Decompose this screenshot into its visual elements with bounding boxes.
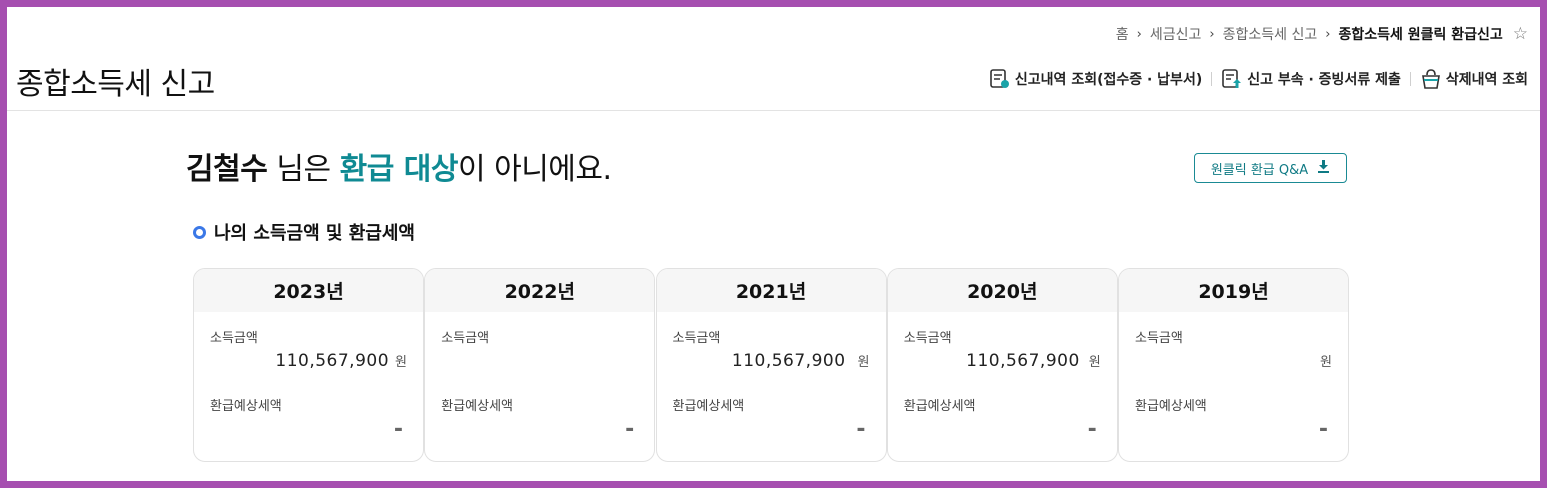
section-title: 나의 소득금액 및 환급세액 xyxy=(193,219,415,245)
income-label: 소득금액 xyxy=(672,331,721,346)
currency-unit: 원 xyxy=(1320,355,1332,370)
year-card-title: 2022년 xyxy=(425,269,655,312)
year-cards: 2023년 소득금액 110,567,900 원 환급예상세액 - 2022년 … xyxy=(193,268,1349,462)
currency-unit: 원 xyxy=(857,355,870,370)
document-upload-icon xyxy=(1221,68,1243,90)
action-divider xyxy=(1211,72,1213,86)
income-amount-row: 110,567,900 원 xyxy=(966,351,1101,371)
submit-documents-link[interactable]: 신고 부속 · 증빙서류 제출 xyxy=(1221,68,1401,90)
section-title-text: 나의 소득금액 및 환급세액 xyxy=(214,223,415,244)
year-card-title: 2021년 xyxy=(656,269,886,312)
refund-status-headline: 김철수 님은 환급 대상이 아니에요. xyxy=(186,144,612,188)
currency-unit: 원 xyxy=(1088,355,1101,370)
income-amount-row: 110,567,900 원 xyxy=(275,351,407,371)
deleted-history-label: 삭제내역 조회 xyxy=(1445,72,1528,88)
submit-documents-label: 신고 부속 · 증빙서류 제출 xyxy=(1247,72,1401,88)
headline-text-2: 이 아니에요. xyxy=(457,152,612,187)
year-card-title: 2020년 xyxy=(887,269,1117,312)
headline-text-1: 님은 xyxy=(267,152,340,187)
filing-history-link[interactable]: 신고내역 조회(접수증 · 납부서) xyxy=(989,68,1202,90)
income-amount: 110,567,900 xyxy=(731,351,846,371)
page-title: 종합소득세 신고 xyxy=(16,67,215,102)
page-frame: 홈 › 세금신고 › 종합소득세 신고 › 종합소득세 원클릭 환급신고 ☆ 종… xyxy=(7,7,1540,481)
headline-highlight: 환급 대상 xyxy=(339,152,459,187)
refund-label: 환급예상세액 xyxy=(441,399,514,414)
refund-amount: - xyxy=(856,417,866,442)
chevron-right-icon: › xyxy=(1136,26,1142,42)
year-card-2023: 2023년 소득금액 110,567,900 원 환급예상세액 - xyxy=(193,268,424,462)
filing-history-label: 신고내역 조회(접수증 · 납부서) xyxy=(1014,72,1203,88)
year-card-2020: 2020년 소득금액 110,567,900 원 환급예상세액 - xyxy=(886,268,1118,462)
income-amount: 110,567,900 xyxy=(966,351,1080,371)
income-label: 소득금액 xyxy=(903,331,952,346)
year-card-2022: 2022년 소득금액 환급예상세액 - xyxy=(424,268,656,462)
deleted-history-link[interactable]: 삭제내역 조회 xyxy=(1420,68,1528,90)
income-amount-row: 110,567,900 원 xyxy=(732,351,870,371)
refund-amount: - xyxy=(393,417,403,442)
income-label: 소득금액 xyxy=(210,331,258,346)
refund-label: 환급예상세액 xyxy=(903,399,976,414)
breadcrumb: 홈 › 세금신고 › 종합소득세 신고 › 종합소득세 원클릭 환급신고 ☆ xyxy=(1116,24,1528,44)
header-actions: 신고내역 조회(접수증 · 납부서) 신고 부속 · 증빙서류 제출 삭제내역 … xyxy=(989,68,1528,90)
refund-qa-label: 원클릭 환급 Q&A xyxy=(1210,162,1309,178)
income-label: 소득금액 xyxy=(441,331,490,346)
user-name: 김철수 xyxy=(186,152,268,187)
refund-label: 환급예상세액 xyxy=(672,399,745,414)
refund-amount: - xyxy=(1318,417,1328,442)
refund-qa-button[interactable]: 원클릭 환급 Q&A xyxy=(1194,153,1347,183)
year-card-title: 2023년 xyxy=(194,269,423,312)
breadcrumb-income-tax[interactable]: 종합소득세 신고 xyxy=(1223,24,1318,44)
action-divider xyxy=(1409,72,1411,86)
year-card-2021: 2021년 소득금액 110,567,900 원 환급예상세액 - xyxy=(655,268,887,462)
chevron-right-icon: › xyxy=(1209,26,1215,42)
refund-amount: - xyxy=(1087,417,1097,442)
header-divider xyxy=(7,110,1540,111)
breadcrumb-home[interactable]: 홈 xyxy=(1116,24,1129,44)
favorite-star-icon[interactable]: ☆ xyxy=(1513,24,1528,44)
income-amount-row: 원 xyxy=(1320,351,1332,370)
income-label: 소득금액 xyxy=(1135,331,1183,346)
chevron-right-icon: › xyxy=(1325,26,1331,42)
income-amount: 110,567,900 xyxy=(275,351,390,371)
currency-unit: 원 xyxy=(395,355,407,370)
bullet-circle-icon xyxy=(193,225,206,239)
refund-amount: - xyxy=(625,417,635,442)
breadcrumb-current: 종합소득세 원클릭 환급신고 xyxy=(1338,27,1503,43)
year-card-title: 2019년 xyxy=(1119,269,1348,312)
download-icon xyxy=(1317,159,1330,177)
refund-label: 환급예상세액 xyxy=(210,399,282,414)
trash-basket-icon xyxy=(1420,68,1442,90)
breadcrumb-tax-filing[interactable]: 세금신고 xyxy=(1150,24,1202,44)
year-card-2019: 2019년 소득금액 원 환급예상세액 - xyxy=(1118,268,1349,462)
refund-label: 환급예상세액 xyxy=(1135,399,1207,414)
document-search-icon xyxy=(989,68,1011,90)
